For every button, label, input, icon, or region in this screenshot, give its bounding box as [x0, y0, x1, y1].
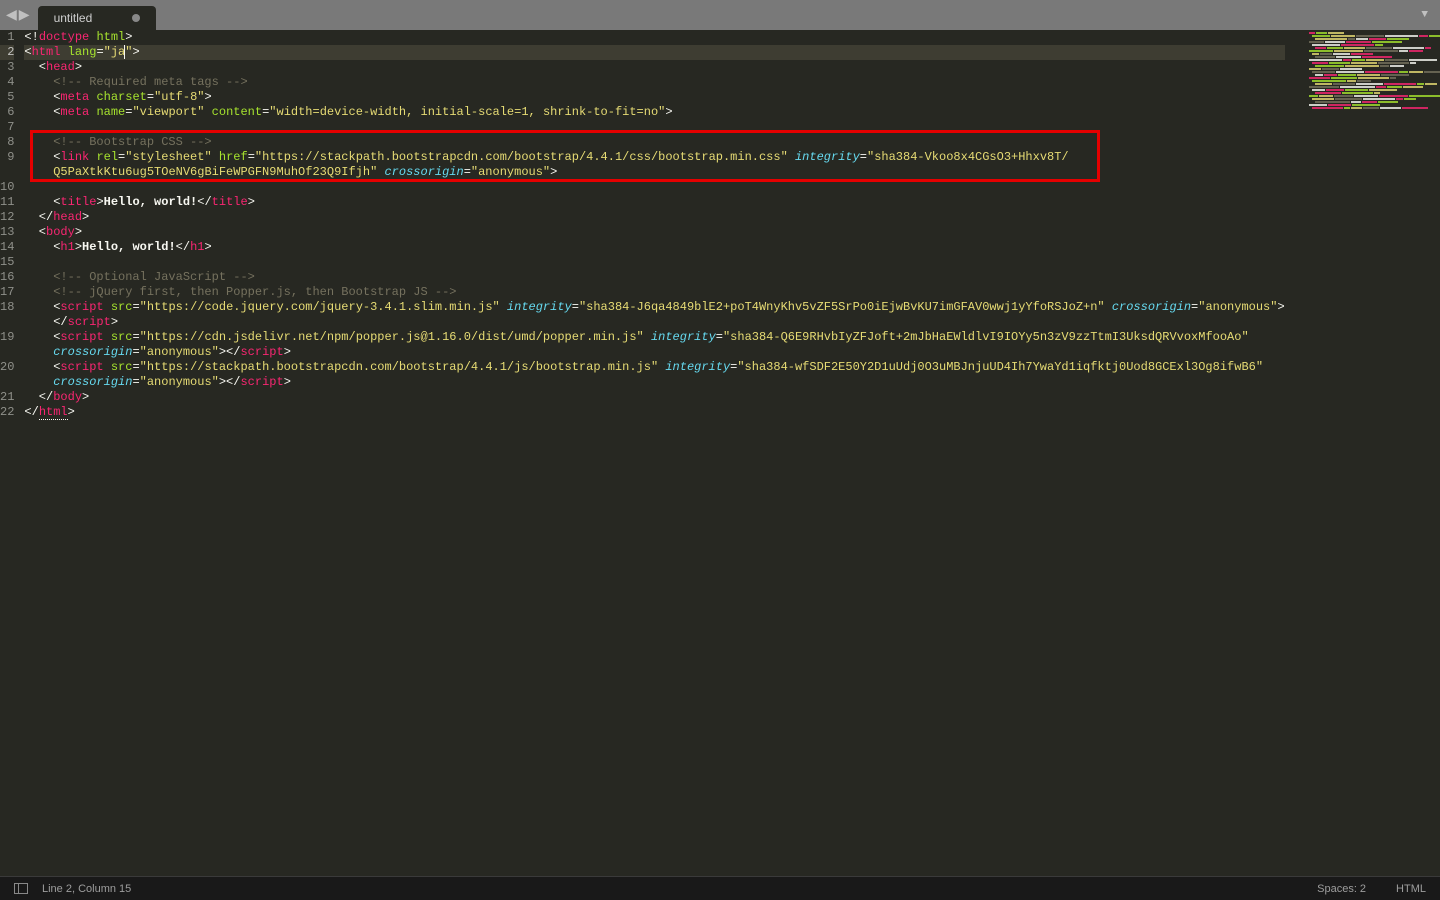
- nav-back-icon[interactable]: ◀: [6, 7, 17, 24]
- tab-dirty-dot-icon: [132, 14, 140, 22]
- editor-area[interactable]: 12345678910111213141516171819202122 <!do…: [0, 30, 1440, 876]
- line-number: 16: [0, 270, 14, 285]
- line-number: 7: [0, 120, 14, 135]
- line-number: 2: [0, 45, 14, 60]
- line-number: 20: [0, 360, 14, 375]
- line-number: 6: [0, 105, 14, 120]
- line-number: [0, 345, 14, 360]
- line-number: 19: [0, 330, 14, 345]
- minimap[interactable]: [1305, 30, 1440, 876]
- line-number: 9: [0, 150, 14, 165]
- line-number: 11: [0, 195, 14, 210]
- line-number: 18: [0, 300, 14, 315]
- line-number: 12: [0, 210, 14, 225]
- status-syntax[interactable]: HTML: [1396, 883, 1426, 895]
- line-number: 10: [0, 180, 14, 195]
- line-number: 21: [0, 390, 14, 405]
- status-position[interactable]: Line 2, Column 15: [42, 883, 131, 895]
- line-number: [0, 375, 14, 390]
- line-number: 15: [0, 255, 14, 270]
- line-number: 1: [0, 30, 14, 45]
- status-indent[interactable]: Spaces: 2: [1317, 883, 1366, 895]
- nav-arrows: ◀ ▶: [0, 0, 30, 30]
- line-number: 17: [0, 285, 14, 300]
- line-number: 4: [0, 75, 14, 90]
- line-number: 8: [0, 135, 14, 150]
- line-number: 22: [0, 405, 14, 420]
- line-number: [0, 165, 14, 180]
- titlebar: ◀ ▶ untitled ▼: [0, 0, 1440, 30]
- code-area[interactable]: <!doctype html> <html lang="ja"> <head> …: [24, 30, 1440, 876]
- line-number: 14: [0, 240, 14, 255]
- line-number: [0, 315, 14, 330]
- line-number-gutter: 12345678910111213141516171819202122: [0, 30, 24, 876]
- nav-forward-icon[interactable]: ▶: [19, 7, 30, 24]
- statusbar: Line 2, Column 15 Spaces: 2 HTML: [0, 876, 1440, 900]
- panel-toggle-icon[interactable]: [14, 883, 28, 894]
- tab-untitled[interactable]: untitled: [38, 6, 157, 30]
- menu-caret-icon[interactable]: ▼: [1421, 9, 1428, 21]
- line-number: 5: [0, 90, 14, 105]
- tab-title: untitled: [54, 11, 93, 25]
- line-number: 13: [0, 225, 14, 240]
- line-number: 3: [0, 60, 14, 75]
